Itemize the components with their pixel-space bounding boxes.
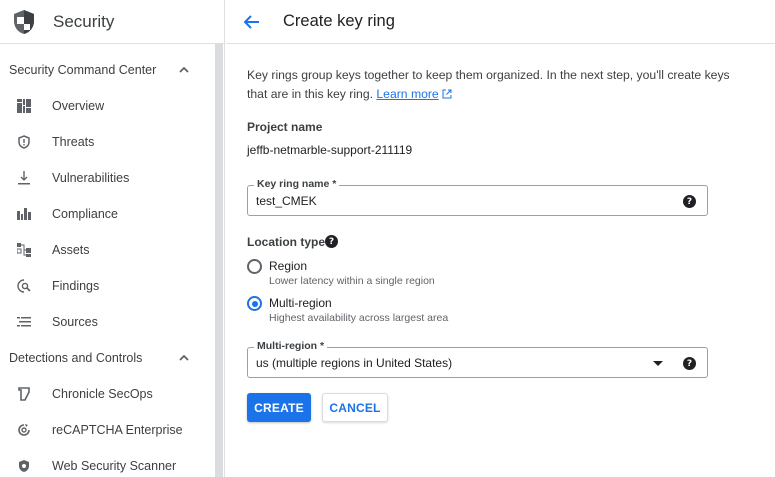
learn-more-link[interactable]: Learn more <box>376 87 452 101</box>
sidebar-item-threats[interactable]: Threats <box>0 124 215 160</box>
sidebar-item-findings[interactable]: Findings <box>0 268 215 304</box>
radio-button[interactable] <box>247 259 262 274</box>
create-button[interactable]: CREATE <box>247 393 311 422</box>
learn-more-label: Learn more <box>376 87 439 101</box>
sidebar-item-label: Sources <box>52 315 98 329</box>
sidebar-item-recaptcha-enterprise[interactable]: reCAPTCHA Enterprise <box>0 412 215 448</box>
project-name-label: Project name <box>247 120 323 134</box>
help-icon[interactable]: ? <box>683 357 696 370</box>
sidebar-nav: Security Command Center Overview Threats… <box>0 52 215 477</box>
recaptcha-icon <box>16 422 32 438</box>
radio-button-checked[interactable] <box>247 296 262 311</box>
chevron-up-icon[interactable] <box>177 351 191 365</box>
sidebar-item-label: Assets <box>52 243 90 257</box>
sidebar-item-label: Findings <box>52 279 100 293</box>
sidebar-item-label: reCAPTCHA Enterprise <box>52 423 183 437</box>
form-description: Key rings group keys together to keep th… <box>247 66 747 104</box>
sidebar-item-compliance[interactable]: Compliance <box>0 196 215 232</box>
security-shield-logo-icon <box>12 9 36 35</box>
multi-region-label: Multi-region * <box>254 340 328 352</box>
sidebar-item-chronicle-secops[interactable]: Chronicle SecOps <box>0 376 215 412</box>
search-doc-icon <box>16 278 32 294</box>
sidebar-item-label: Overview <box>52 99 105 113</box>
cancel-button[interactable]: CANCEL <box>322 393 388 422</box>
sidebar-item-label: Vulnerabilities <box>52 171 130 185</box>
page-header: Create key ring <box>226 0 775 44</box>
sidebar-item-web-security-scanner[interactable]: Web Security Scanner <box>0 448 215 477</box>
radio-label: Region <box>269 259 308 273</box>
chevron-up-icon[interactable] <box>177 63 191 77</box>
help-icon[interactable]: ? <box>325 235 338 248</box>
app-title: Security <box>53 11 115 31</box>
key-ring-name-field[interactable]: Key ring name * ? <box>247 178 708 216</box>
radio-description: Highest availability across largest area <box>269 312 449 324</box>
radio-label: Multi-region <box>269 296 332 310</box>
main-panel: Create key ring Key rings group keys tog… <box>226 0 775 477</box>
shield-outline-icon <box>16 134 32 150</box>
hierarchy-icon <box>16 242 32 258</box>
sidebar-item-vulnerabilities[interactable]: Vulnerabilities <box>0 160 215 196</box>
dashboard-icon <box>16 98 32 114</box>
section-label: Detections and Controls <box>9 351 143 365</box>
shield-filled-icon <box>16 458 32 474</box>
sidebar-item-label: Web Security Scanner <box>52 459 177 473</box>
description-text: Key rings group keys together to keep th… <box>247 68 730 101</box>
multi-region-select[interactable]: Multi-region * us (multiple regions in U… <box>247 340 708 378</box>
page-title: Create key ring <box>283 12 395 30</box>
sidebar-scrollbar[interactable] <box>215 44 223 477</box>
download-tray-icon <box>16 170 32 186</box>
project-name-value: jeffb-netmarble-support-211119 <box>247 143 413 157</box>
sidebar: Security Security Command Center Overvie… <box>0 0 225 477</box>
key-ring-name-input[interactable] <box>256 194 656 208</box>
dropdown-arrow-icon[interactable] <box>653 361 663 366</box>
location-type-label: Location type <box>247 235 326 249</box>
chronicle-icon <box>16 386 32 402</box>
radio-multi-region[interactable]: Multi-region Highest availability across… <box>247 294 547 328</box>
section-security-command-center[interactable]: Security Command Center <box>0 52 215 88</box>
key-ring-name-label: Key ring name * <box>254 178 340 190</box>
sidebar-item-sources[interactable]: Sources <box>0 304 215 340</box>
sidebar-header: Security <box>0 0 224 44</box>
help-icon[interactable]: ? <box>683 195 696 208</box>
external-link-icon <box>442 89 452 99</box>
sidebar-item-label: Chronicle SecOps <box>52 387 153 401</box>
section-detections-and-controls[interactable]: Detections and Controls <box>0 340 215 376</box>
sidebar-item-assets[interactable]: Assets <box>0 232 215 268</box>
sidebar-item-label: Compliance <box>52 207 119 221</box>
sidebar-item-label: Threats <box>52 135 95 149</box>
section-label: Security Command Center <box>9 63 157 77</box>
radio-region[interactable]: Region Lower latency within a single reg… <box>247 257 547 291</box>
list-icon <box>16 314 32 330</box>
multi-region-value: us (multiple regions in United States) <box>256 356 453 370</box>
back-arrow-icon[interactable] <box>240 11 262 33</box>
bar-chart-icon <box>16 206 32 222</box>
radio-description: Lower latency within a single region <box>269 275 435 287</box>
sidebar-item-overview[interactable]: Overview <box>0 88 215 124</box>
